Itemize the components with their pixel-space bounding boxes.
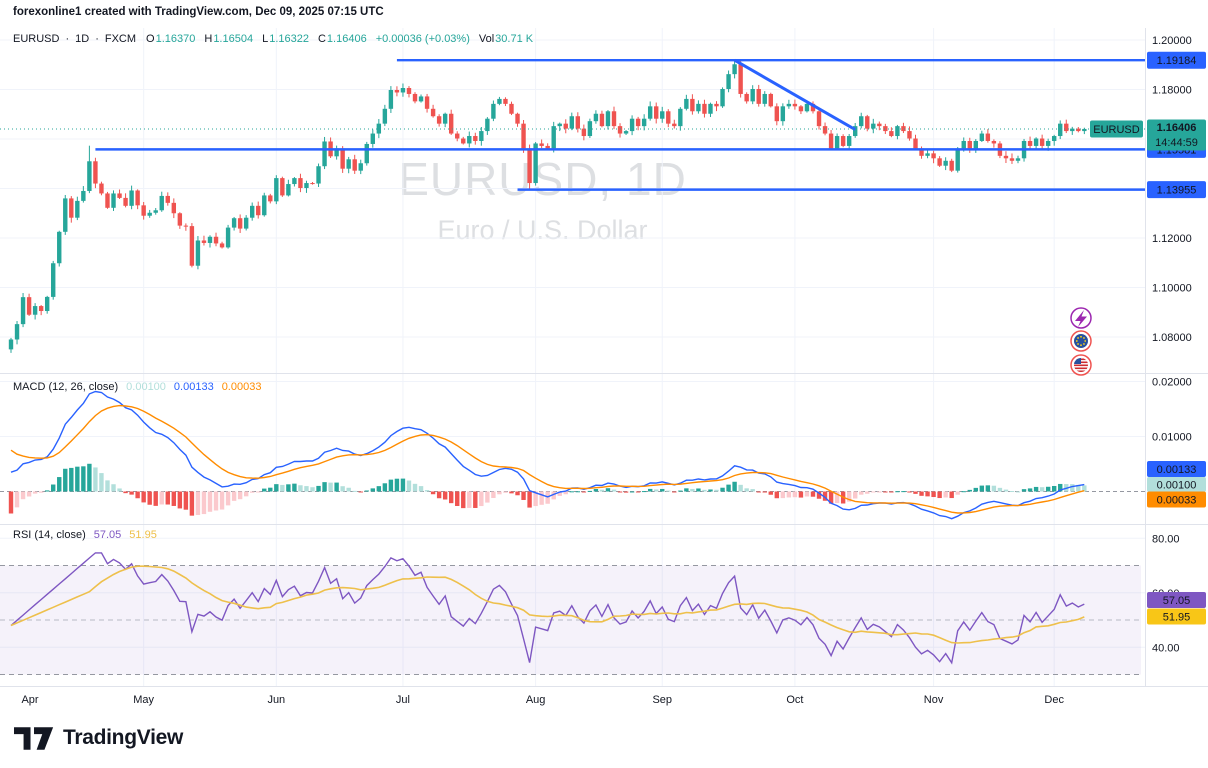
svg-text:1.10000: 1.10000 [1152,283,1192,295]
time-axis-label-sep: Sep [652,694,672,706]
svg-text:1.12000: 1.12000 [1152,233,1192,245]
svg-text:0.00100: 0.00100 [1157,480,1197,492]
time-axis[interactable]: Apr May Jun Jul Aug Sep Oct Nov Dec [21,694,1064,706]
rsi-band [0,491,1145,675]
footer: TradingView [14,726,183,750]
tradingview-chart-screenshot: forexonline1 created with TradingView.co… [0,0,1208,768]
attribution-text: forexonline1 created with TradingView.co… [13,6,384,18]
legend-separator: · [65,33,70,45]
svg-text:0.00133: 0.00133 [1157,464,1197,476]
close-value: 1.16406 [326,33,367,45]
volume-value: 30.71 K [495,33,534,45]
svg-text:40.00: 40.00 [1152,642,1180,654]
macd-title[interactable]: MACD (12, 26, close) [13,381,118,393]
time-axis-label-aug: Aug [526,694,546,706]
time-axis-label-apr: Apr [21,694,38,706]
svg-text:1.13955: 1.13955 [1157,185,1197,197]
tradingview-logo-text[interactable]: TradingView [63,726,183,750]
chart-canvas[interactable]: 1.20000 1.18000 1.12000 1.10000 1.08000 0.020… [0,0,1208,712]
time-axis-label-nov: Nov [924,694,944,706]
open-value: 1.16370 [155,33,196,45]
svg-text:EURUSD: EURUSD [1093,124,1140,136]
macd-histogram-value: 0.00100 [126,381,166,393]
legend-separator: · [95,33,99,45]
time-axis-label-may: May [133,694,154,706]
high-value: 1.16504 [213,33,254,45]
time-axis-label-jun: Jun [267,694,285,706]
candlestick-series [8,59,1087,353]
svg-text:1.08000: 1.08000 [1152,332,1192,344]
legend-exchange: FXCM [104,33,137,45]
rsi-value: 57.05 [93,529,122,541]
change-value: +0.00036 (+0.03%) [375,33,470,45]
svg-text:1.18000: 1.18000 [1152,85,1192,97]
svg-text:1.16406: 1.16406 [1157,122,1197,134]
tradingview-logo-icon[interactable] [14,726,54,750]
svg-text:14:44:59: 14:44:59 [1155,137,1198,149]
svg-text:0.02000: 0.02000 [1152,377,1192,389]
svg-text:80.00: 80.00 [1152,533,1180,545]
svg-text:1.19184: 1.19184 [1157,55,1197,67]
volume-label: Vol [478,33,495,45]
low-label: L [262,33,269,45]
close-label: C [317,33,326,45]
svg-text:0.01000: 0.01000 [1152,432,1192,444]
symbol-legend: EURUSD · 1D · FXCM O 1.16370 H 1.16504 L… [13,33,542,45]
event-icons[interactable] [1070,307,1092,376]
svg-text:57.05: 57.05 [1163,595,1191,607]
svg-text:1.20000: 1.20000 [1152,35,1192,47]
time-axis-label-jul: Jul [396,694,410,706]
rsi-ma-value: 51.95 [129,529,157,541]
legend-interval[interactable]: 1D [75,33,89,45]
macd-histogram [8,463,1087,516]
time-axis-label-dec: Dec [1044,694,1064,706]
svg-text:0.00033: 0.00033 [1157,495,1197,507]
rsi-title[interactable]: RSI (14, close) [13,529,86,541]
macd-legend: MACD (12, 26, close) 0.00100 0.00133 0.0… [13,381,269,393]
time-axis-label-oct: Oct [786,694,803,706]
open-label: O [146,33,155,45]
macd-line-value: 0.00133 [173,381,214,393]
legend-symbol[interactable]: EURUSD [13,33,59,45]
macd-signal-value: 0.00033 [221,381,262,393]
rsi-legend: RSI (14, close) 57.05 51.95 [13,529,165,541]
svg-text:51.95: 51.95 [1163,612,1191,624]
high-label: H [204,33,213,45]
low-value: 1.16322 [269,33,309,45]
